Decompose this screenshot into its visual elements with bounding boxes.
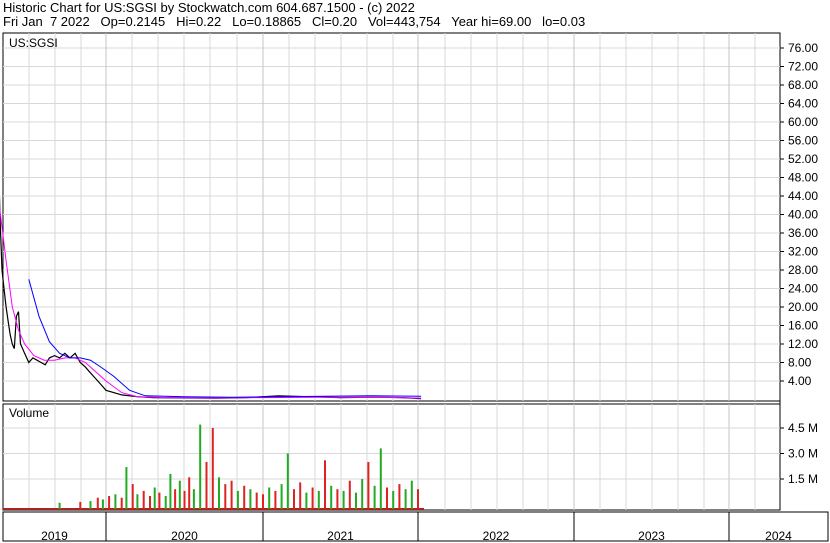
- volume-bar: [379, 448, 382, 509]
- volume-bar: [199, 424, 202, 509]
- volume-bar: [311, 487, 314, 509]
- volume-bar: [158, 492, 161, 509]
- volume-bar: [224, 484, 227, 509]
- volume-bar: [367, 462, 370, 509]
- price-tick-label: 60.00: [788, 115, 818, 129]
- volume-bar: [317, 490, 320, 509]
- price-tick-label: 8.00: [788, 356, 812, 370]
- volume-bar: [392, 490, 395, 509]
- volume-bar: [373, 485, 376, 509]
- volume-bar: [386, 487, 388, 509]
- volume-bar: [153, 487, 156, 509]
- price-tick-label: 40.00: [788, 208, 818, 222]
- volume-bar: [149, 496, 151, 509]
- volume-bar: [243, 485, 246, 509]
- volume-bar: [324, 460, 326, 509]
- volume-tick-label: 3.0 M: [788, 447, 818, 461]
- volume-bar: [211, 428, 214, 509]
- x-axis-frame: [2, 511, 829, 542]
- price-tick-label: 16.00: [788, 319, 818, 333]
- volume-bar: [89, 501, 92, 509]
- volume-bar: [404, 489, 407, 509]
- volume-bar: [293, 489, 295, 509]
- volume-bar: [101, 499, 104, 509]
- price-tick-label: 72.00: [788, 60, 818, 74]
- volume-bar: [268, 487, 271, 509]
- volume-bar: [125, 467, 128, 509]
- volume-bar: [299, 482, 302, 509]
- volume-bar: [342, 490, 345, 509]
- price-tick-label: 32.00: [788, 245, 818, 259]
- volume-panel-title: Volume: [9, 406, 49, 420]
- volume-bar: [361, 479, 364, 509]
- x-tick-label: 2024: [765, 529, 792, 543]
- series-line-price: [0, 193, 422, 400]
- volume-bar: [410, 480, 413, 509]
- volume-bar: [183, 490, 186, 509]
- price-tick-label: 24.00: [788, 282, 818, 296]
- stock-chart: Historic Chart for US:SGSI by Stockwatch…: [0, 0, 830, 543]
- price-tick-label: 64.00: [788, 97, 818, 111]
- x-tick-label: 2023: [638, 529, 665, 543]
- volume-bar: [330, 485, 333, 509]
- volume-bar: [114, 494, 117, 509]
- volume-bar: [136, 494, 139, 509]
- price-tick-label: 68.00: [788, 78, 818, 92]
- volume-bar: [262, 494, 264, 509]
- volume-bar: [398, 484, 401, 509]
- volume-bar: [120, 497, 123, 509]
- chart-svg: 76.00 72.00 68.00 64.00 60.00 56.00 52.00 48.00…: [0, 32, 829, 543]
- price-panel-frame: [2, 32, 781, 402]
- volume-bar: [255, 492, 258, 509]
- volume-bar: [131, 484, 134, 509]
- volume-bar: [218, 477, 220, 509]
- price-tick-label: 76.00: [788, 41, 818, 55]
- price-tick-label: 56.00: [788, 134, 818, 148]
- volume-panel-frame: [2, 403, 781, 511]
- volume-bar: [188, 477, 191, 509]
- volume-bar: [178, 480, 181, 509]
- volume-tick-label: 4.5 M: [788, 421, 818, 435]
- volume-tick-label: 1.5 M: [788, 472, 818, 486]
- volume-bar: [348, 480, 351, 509]
- volume-bar: [96, 497, 99, 509]
- series-line-ma_short: [0, 209, 422, 399]
- volume-bar: [249, 489, 252, 509]
- volume-bar: [192, 489, 195, 509]
- volume-bar: [142, 490, 145, 509]
- volume-bar: [205, 462, 208, 509]
- volume-bar: [58, 502, 61, 509]
- volume-bar: [305, 492, 308, 509]
- volume-bar: [108, 496, 111, 509]
- price-tick-label: 20.00: [788, 300, 818, 314]
- volume-bar: [280, 484, 283, 509]
- price-tick-label: 28.00: [788, 263, 818, 277]
- price-panel-title: US:SGSI: [9, 36, 58, 50]
- volume-bar: [336, 489, 339, 509]
- volume-bar: [286, 453, 289, 509]
- volume-bar: [174, 489, 177, 509]
- volume-bar: [274, 490, 277, 509]
- x-tick-label: 2020: [171, 529, 198, 543]
- volume-bar: [169, 473, 172, 509]
- price-tick-label: 48.00: [788, 171, 818, 185]
- price-tick-label: 36.00: [788, 226, 818, 240]
- price-tick-label: 44.00: [788, 189, 818, 203]
- series-line-ma_long: [28, 279, 422, 398]
- x-tick-label: 2019: [41, 529, 68, 543]
- volume-bar: [79, 501, 82, 509]
- price-tick-label: 52.00: [788, 152, 818, 166]
- price-tick-label: 12.00: [788, 337, 818, 351]
- volume-bar: [355, 492, 357, 509]
- volume-bar: [236, 490, 239, 509]
- x-tick-label: 2022: [483, 529, 510, 543]
- volume-bar: [230, 480, 233, 509]
- volume-bar: [417, 489, 419, 509]
- x-tick-label: 2021: [327, 529, 354, 543]
- price-tick-label: 4.00: [788, 374, 812, 388]
- volume-bar: [164, 496, 167, 509]
